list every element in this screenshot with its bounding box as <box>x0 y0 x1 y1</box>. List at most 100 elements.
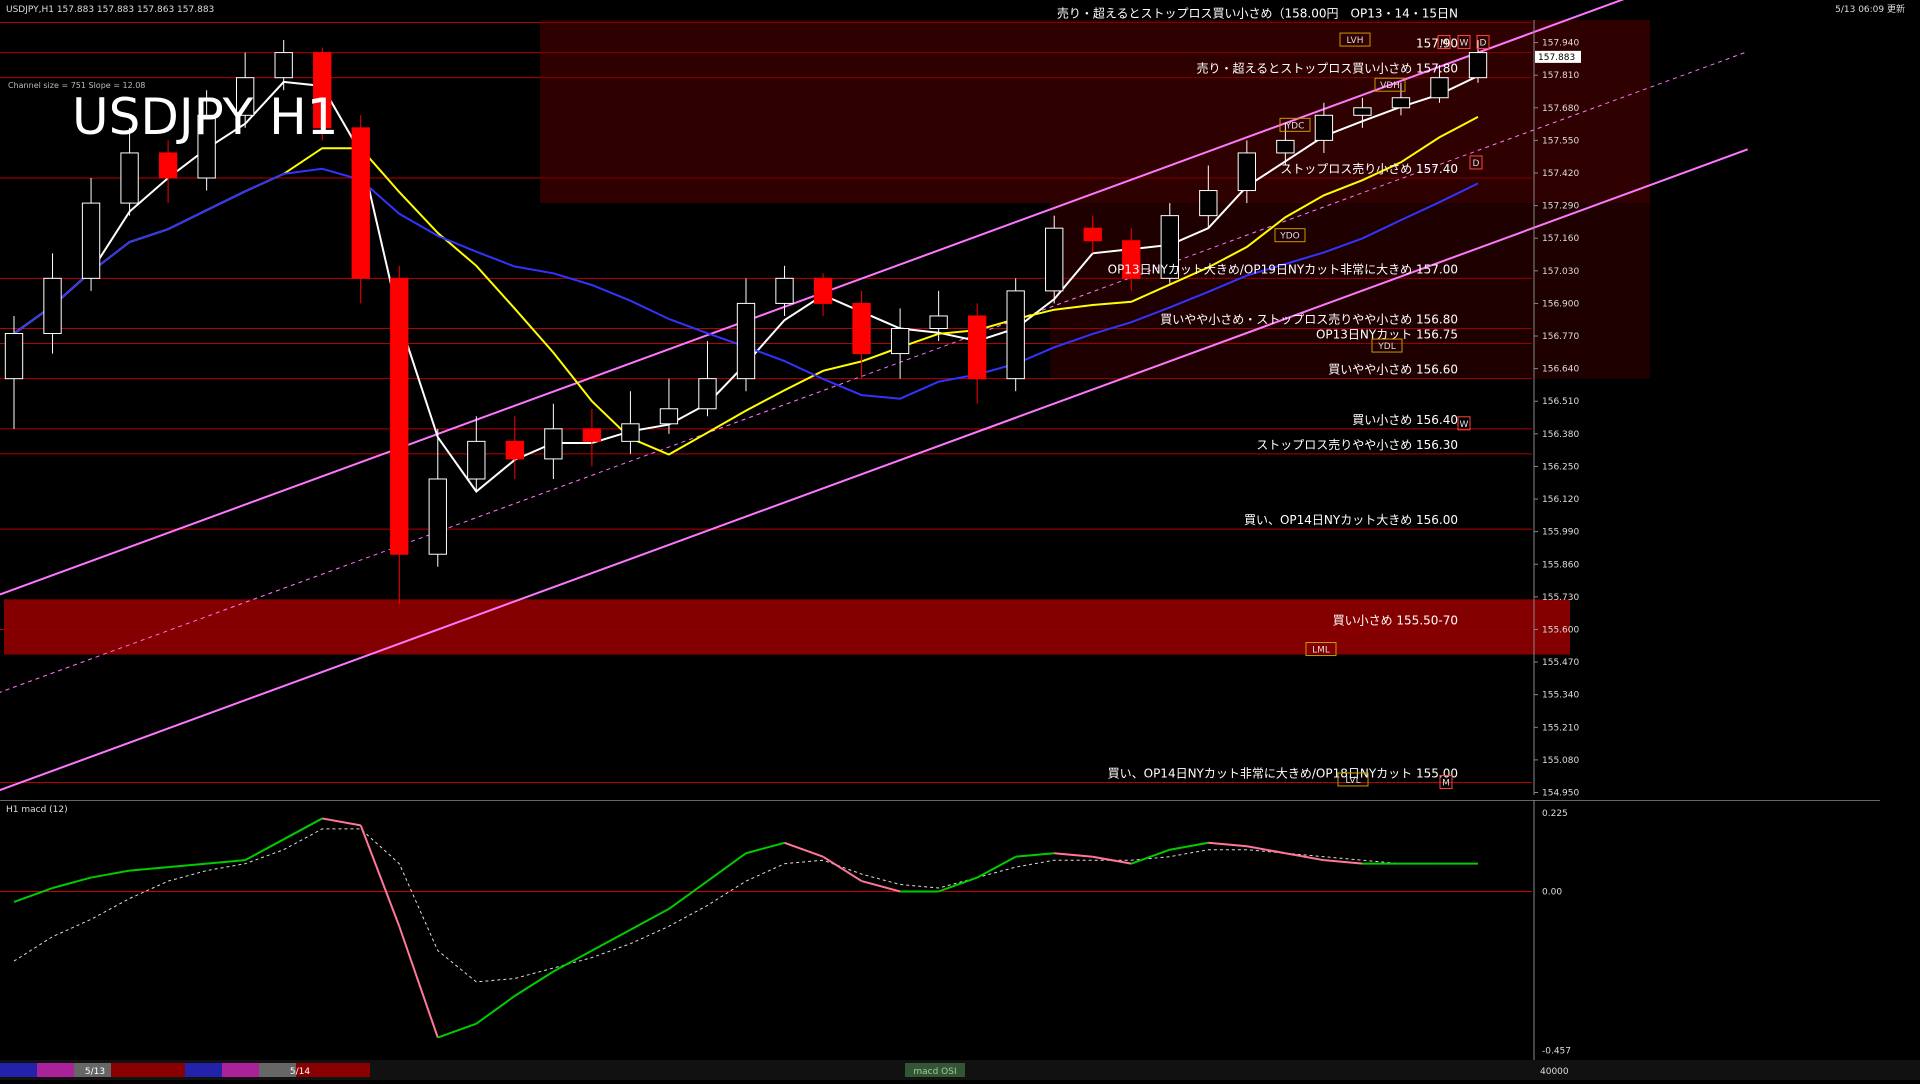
price-tick-label: 154.950 <box>1542 788 1579 798</box>
strip-date-2: 5/14 <box>290 1067 310 1077</box>
marker-label: YDC <box>1285 121 1305 131</box>
candle-body <box>1468 52 1488 79</box>
marker-label: VDH <box>1380 81 1400 91</box>
candle-body <box>890 327 910 355</box>
marker-label: W <box>1460 420 1469 430</box>
candle-body <box>582 428 602 442</box>
macd-tick-label: -0.457 <box>1542 1046 1571 1056</box>
marker-label: LML <box>1312 646 1330 656</box>
marker-label: M <box>1440 39 1448 49</box>
price-tick-label: 155.210 <box>1542 723 1579 733</box>
date-strip: 5/13 5/14 macd OSI 40000 <box>0 1060 1920 1080</box>
candle-body <box>544 428 563 460</box>
strip-segment <box>185 1063 222 1077</box>
price-tick-label: 157.810 <box>1542 71 1579 81</box>
macd-title: H1 macd (12) <box>6 805 68 815</box>
price-tick-label: 157.680 <box>1542 104 1579 114</box>
strip-segment <box>37 1063 74 1077</box>
candle-body <box>967 315 987 380</box>
candle-body <box>736 302 756 380</box>
strip-segment <box>333 1063 370 1077</box>
cloud-zone-lower <box>1050 203 1650 379</box>
candle-body <box>852 302 871 355</box>
candle-body <box>81 202 101 279</box>
marker-label: LVL <box>1345 776 1360 786</box>
strip-right-value: 40000 <box>1540 1067 1569 1077</box>
marker-label: W <box>1460 39 1469 49</box>
candle-body <box>1045 227 1064 292</box>
candle-body <box>158 152 178 179</box>
price-tick-label: 157.030 <box>1542 267 1579 277</box>
price-chart[interactable]: 売り・超えるとストップロス買い小さめ（158.00円 OP13・14・15日N 1… <box>0 0 1920 800</box>
strip-date-1: 5/13 <box>85 1067 105 1077</box>
annotation-label: 買い小さめ 156.40 <box>1352 413 1458 427</box>
candle-body <box>813 277 833 304</box>
annotation-label: 買いやや小さめ 156.60 <box>1328 363 1458 377</box>
price-tick-label: 155.990 <box>1542 528 1579 538</box>
symbol-info: USDJPY,H1 157.883 157.883 157.863 157.88… <box>6 5 214 15</box>
annotation-label: 157.90 <box>1416 37 1458 51</box>
strip-segment <box>148 1063 185 1077</box>
candle-body <box>43 277 62 335</box>
candle-body <box>775 277 794 304</box>
candle-body <box>1237 152 1257 192</box>
price-tick-label: 156.250 <box>1542 462 1579 472</box>
chart-title: USDJPY H1 <box>72 88 338 146</box>
strip-segment <box>0 1063 37 1077</box>
price-tick-label: 157.550 <box>1542 136 1579 146</box>
candle-body <box>4 333 24 380</box>
marker-label: YDL <box>1377 342 1395 352</box>
candle-body <box>1006 290 1025 380</box>
candle-body <box>1199 190 1218 217</box>
annotation-label: OP13日NYカット大きめ/OP19日NYカット非常に大きめ 157.00 <box>1108 262 1458 276</box>
price-tick-label: 156.120 <box>1542 495 1579 505</box>
strip-segment <box>111 1063 148 1077</box>
price-tick-label: 155.730 <box>1542 593 1579 603</box>
candle-body <box>1276 139 1295 154</box>
price-tick-label: 157.290 <box>1542 202 1579 212</box>
candle-body <box>1391 97 1411 109</box>
candle-body <box>659 408 679 425</box>
candle-body <box>390 277 409 555</box>
candle-body <box>1083 227 1102 242</box>
macd-panel[interactable]: 0.225 0.00 -0.457 H1 macd (12) <box>0 800 1920 1060</box>
marker-label: YDO <box>1279 232 1300 242</box>
candle-body <box>467 440 486 480</box>
price-tick-label: 155.600 <box>1542 625 1579 635</box>
candle-body <box>274 52 293 79</box>
marker-label: D <box>1480 39 1487 49</box>
candle-body <box>1314 114 1334 141</box>
update-time: 5/13 06:09 更新 <box>1835 3 1905 15</box>
price-tick-label: 156.380 <box>1542 430 1579 440</box>
annotation-label: 売り・超えるとストップロス買い小さめ（158.00円 OP13・14・15日N <box>1057 6 1458 21</box>
price-tick-label: 155.470 <box>1542 658 1579 668</box>
annotation-label: 買い、OP14日NYカット大きめ 156.00 <box>1244 513 1458 527</box>
annotation-label: ストップロス売り小さめ 157.40 <box>1280 161 1458 176</box>
price-tick-label: 156.640 <box>1542 365 1579 375</box>
annotation-label: 買い、OP14日NYカット非常に大きめ/OP18日NYカット 155.00 <box>1108 766 1458 780</box>
candle-body <box>120 152 139 204</box>
candle-body <box>621 423 640 442</box>
macd-legend-label: macd OSI <box>913 1067 956 1077</box>
price-tick-label: 156.510 <box>1542 397 1579 407</box>
candle-body <box>505 440 525 460</box>
marker-label: LVH <box>1347 36 1364 46</box>
price-tick-label: 157.940 <box>1542 39 1579 49</box>
price-tick-label: 156.900 <box>1542 299 1579 309</box>
price-tick-label: 155.080 <box>1542 756 1579 766</box>
price-tick-label: 157.160 <box>1542 234 1579 244</box>
candle-body <box>351 127 370 279</box>
candle-body <box>929 315 948 329</box>
price-tick-label: 156.770 <box>1542 332 1579 342</box>
annotation-label: 売り・超えるとストップロス買い小さめ 157.80 <box>1197 61 1458 76</box>
strip-segment <box>222 1063 259 1077</box>
annotation-label: 買い小さめ 155.50-70 <box>1333 613 1458 627</box>
price-tick-label: 155.340 <box>1542 691 1579 701</box>
macd-tick-label: 0.00 <box>1542 887 1562 897</box>
annotation-label: ストップロス売りやや小さめ 156.30 <box>1256 437 1458 452</box>
marker-label: M <box>1442 778 1450 788</box>
macd-tick-label: 0.225 <box>1542 809 1568 819</box>
candle-body <box>1430 77 1449 99</box>
candle-body <box>1353 107 1372 116</box>
current-price-label: 157.883 <box>1538 53 1575 63</box>
